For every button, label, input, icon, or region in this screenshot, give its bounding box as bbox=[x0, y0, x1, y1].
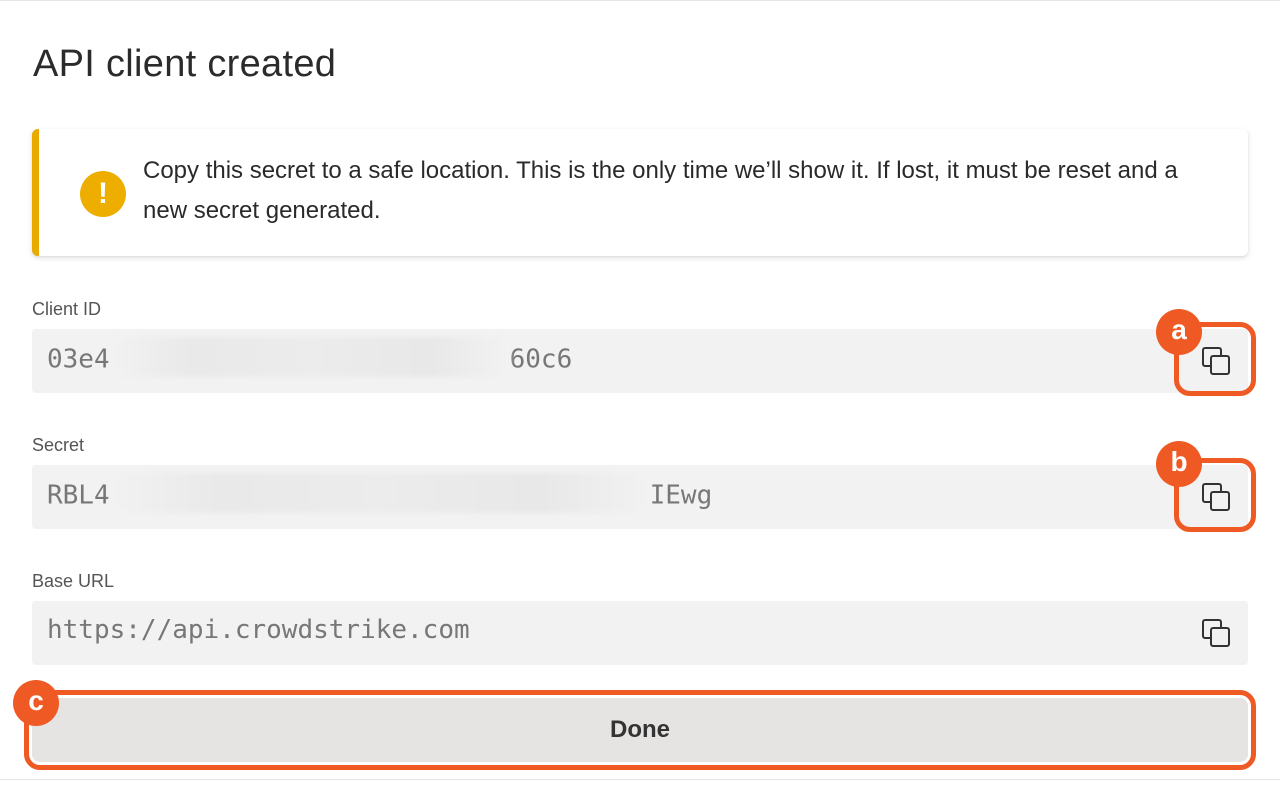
secret-label: Secret bbox=[32, 435, 85, 455]
secret-redacted bbox=[109, 473, 650, 513]
warning-icon: ! bbox=[80, 171, 126, 217]
secret-suffix: IEwg bbox=[649, 480, 713, 511]
annotation-b-badge: b bbox=[1156, 441, 1202, 487]
secret-field[interactable]: RBL4 IEwg bbox=[32, 465, 1248, 529]
done-button[interactable]: Done bbox=[32, 698, 1248, 762]
alert-message: Copy this secret to a safe location. Thi… bbox=[143, 157, 1178, 224]
base-url-value: https://api.crowdstrike.com bbox=[47, 615, 470, 645]
copy-icon-front bbox=[1210, 491, 1230, 511]
base-url-field[interactable]: https://api.crowdstrike.com bbox=[32, 601, 1248, 665]
client-id-redacted bbox=[109, 337, 510, 377]
annotation-a-badge: a bbox=[1156, 309, 1202, 355]
client-id-label: Client ID bbox=[32, 299, 102, 319]
secret-prefix: RBL4 bbox=[47, 480, 110, 511]
annotation-c-badge: c bbox=[13, 680, 59, 726]
copy-base-url-button[interactable] bbox=[1200, 617, 1230, 647]
copy-icon-front bbox=[1210, 355, 1230, 375]
copy-icon-front bbox=[1210, 627, 1230, 647]
base-url-label: Base URL bbox=[32, 571, 115, 591]
copy-secret-button[interactable] bbox=[1200, 481, 1230, 511]
client-id-value: 03e4 60c6 bbox=[47, 337, 573, 377]
copy-client-id-button[interactable] bbox=[1200, 345, 1230, 375]
dialog-title: API client created bbox=[33, 43, 337, 85]
api-client-created-dialog: API client created ! Copy this secret to… bbox=[0, 0, 1280, 794]
client-id-suffix: 60c6 bbox=[509, 344, 573, 375]
secret-value: RBL4 IEwg bbox=[47, 473, 713, 513]
warning-alert: ! Copy this secret to a safe location. T… bbox=[32, 129, 1248, 256]
client-id-field[interactable]: 03e4 60c6 bbox=[32, 329, 1248, 393]
client-id-prefix: 03e4 bbox=[47, 344, 110, 375]
